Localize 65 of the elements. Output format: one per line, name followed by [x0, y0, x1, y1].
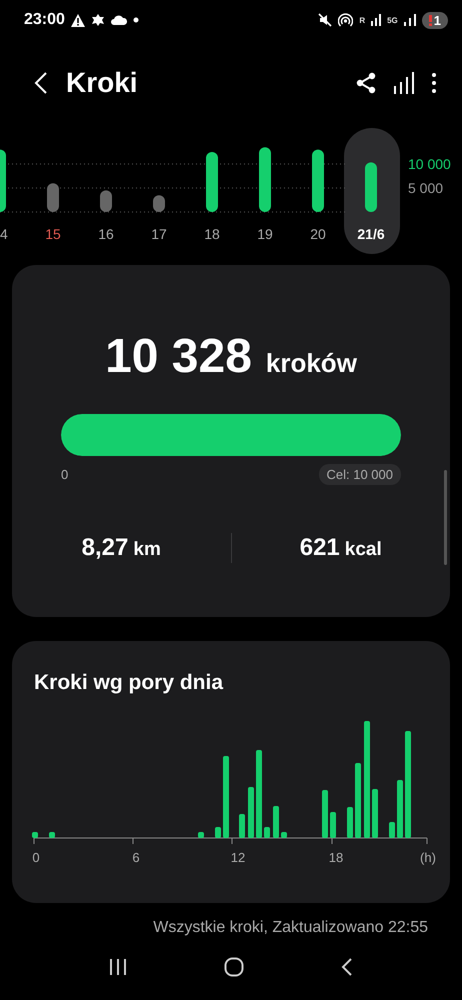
- scroll-bar[interactable]: [444, 470, 447, 565]
- mute-icon: [318, 13, 332, 27]
- notification-count: 1: [434, 12, 441, 28]
- axis-label: 12: [230, 850, 246, 865]
- page-title: Kroki: [66, 66, 139, 98]
- hour-bar: [198, 832, 204, 838]
- hour-bar: [248, 787, 254, 838]
- back-icon[interactable]: [341, 958, 354, 976]
- calories-value: 621: [300, 534, 340, 562]
- day-bar[interactable]: [0, 150, 6, 212]
- axis-label: 0: [32, 850, 40, 865]
- hour-bar: [330, 812, 336, 838]
- hour-bar: [49, 832, 55, 838]
- axis-label: 6: [132, 850, 140, 865]
- calories-unit: kcal: [344, 539, 382, 561]
- day-label[interactable]: 17: [151, 226, 167, 242]
- axis-label: 18: [328, 850, 344, 865]
- axis-label: 5 000: [408, 180, 444, 196]
- day-label[interactable]: 4: [0, 226, 8, 242]
- axis-label: 10 000: [408, 156, 451, 172]
- hour-bar: [281, 832, 287, 838]
- day-label[interactable]: 16: [98, 226, 114, 242]
- hour-bar: [264, 827, 270, 838]
- network-label: 5G: [387, 16, 398, 24]
- day-label[interactable]: 18: [204, 226, 220, 242]
- recents-icon[interactable]: [108, 959, 127, 975]
- step-count: 10 328: [105, 329, 252, 384]
- update-note: Wszystkie kroki, Zaktualizowano 22:55: [153, 919, 428, 937]
- day-bar[interactable]: [206, 152, 218, 212]
- axis-label: (h): [420, 850, 436, 865]
- clock: 23:00: [24, 11, 65, 29]
- hour-bar: [239, 814, 245, 838]
- share-icon[interactable]: [356, 72, 376, 94]
- cloud-icon: [110, 15, 127, 25]
- day-bar[interactable]: [259, 147, 271, 212]
- day-bar[interactable]: [312, 150, 324, 212]
- goal-label: Cel: 10 000: [318, 464, 401, 485]
- hotspot-icon: [338, 13, 354, 27]
- day-label[interactable]: 21/6: [357, 226, 385, 242]
- hour-bar: [397, 780, 403, 838]
- hour-bar: [372, 789, 378, 838]
- signal-icon: [371, 14, 382, 26]
- day-label[interactable]: 15: [45, 226, 61, 242]
- distance-value: 8,27: [82, 534, 128, 562]
- day-label[interactable]: 20: [310, 226, 326, 242]
- hour-bar: [215, 827, 221, 838]
- hour-bar: [322, 790, 328, 838]
- min-label: 0: [61, 467, 68, 482]
- day-label[interactable]: 19: [257, 226, 273, 242]
- dot-icon: [132, 17, 139, 23]
- card-title: Kroki wg pory dnia: [33, 670, 224, 695]
- hour-bar: [32, 832, 38, 838]
- network-label: R: [359, 16, 366, 24]
- step-unit: kroków: [266, 348, 357, 379]
- more-icon[interactable]: [432, 72, 436, 92]
- hour-bar: [273, 806, 279, 838]
- hour-bar: [347, 807, 353, 838]
- day-bar[interactable]: [365, 162, 377, 212]
- distance-unit: km: [133, 539, 161, 561]
- bar-chart-icon[interactable]: [394, 72, 414, 94]
- home-icon[interactable]: [224, 957, 244, 977]
- hour-bar: [389, 822, 395, 838]
- warning-icon: [70, 14, 85, 26]
- alert-icon: [428, 14, 432, 26]
- signal-icon: [404, 14, 416, 26]
